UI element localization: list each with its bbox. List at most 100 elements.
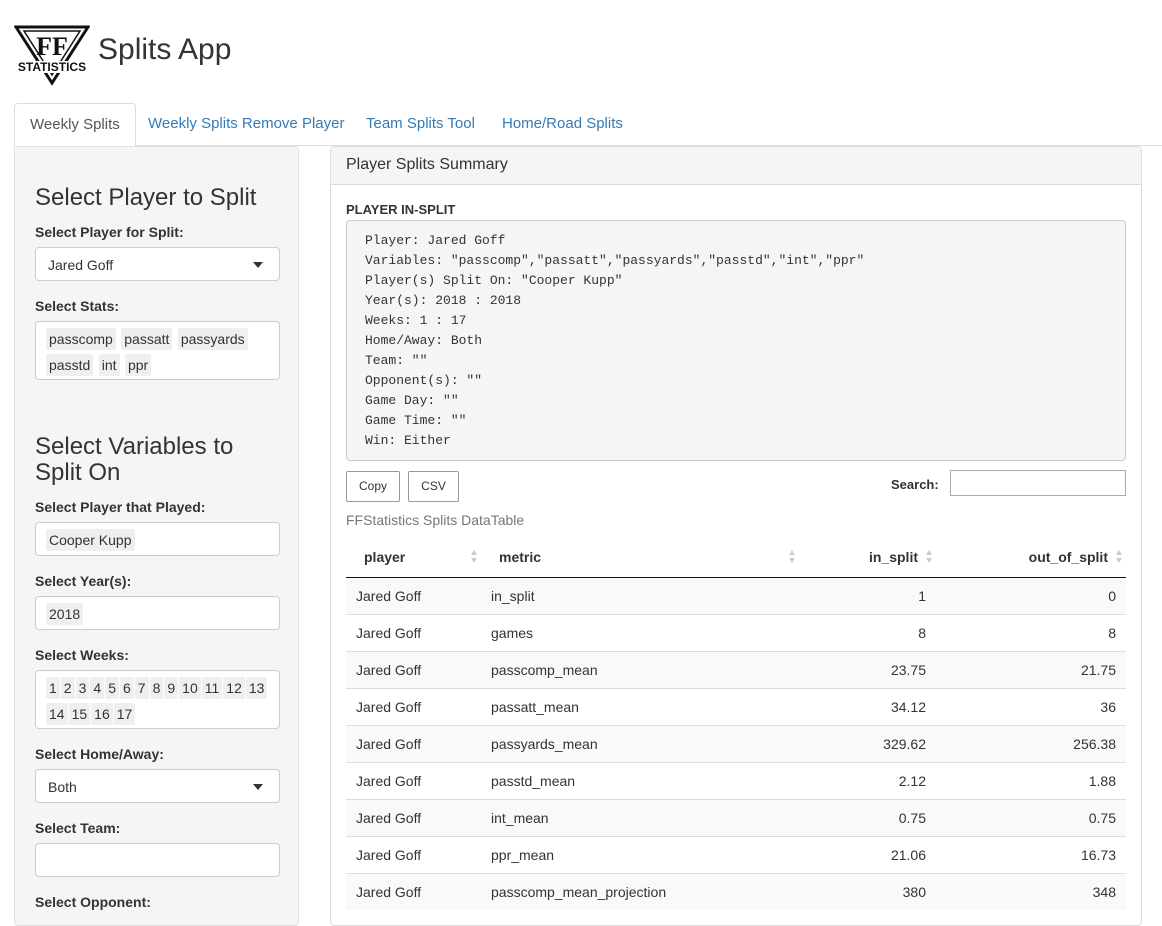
logo-text: STATISTICS [17, 60, 87, 74]
cell-metric: passcomp_mean_projection [481, 872, 799, 910]
played-chips: Cooper Kupp [46, 529, 271, 555]
homeaway-select[interactable]: Both [35, 769, 280, 803]
split-summary-output: Player: Jared Goff Variables: "passcomp"… [346, 220, 1126, 461]
cell-in-split: 1 [799, 576, 936, 614]
cell-in-split: 380 [799, 872, 936, 910]
week-chip[interactable]: 16 [91, 703, 113, 725]
week-chip[interactable]: 7 [134, 677, 149, 699]
player-select-value: Jared Goff [48, 257, 114, 273]
week-chip[interactable]: 11 [201, 677, 223, 699]
stats-chips: passcomp passatt passyards passtd int pp… [46, 328, 271, 380]
summary-line: Game Time: "" [365, 413, 467, 428]
search-input[interactable] [950, 470, 1126, 496]
table-row[interactable]: Jared Goff ppr_mean 21.06 16.73 [346, 835, 1126, 873]
player-select[interactable]: Jared Goff [35, 247, 280, 281]
played-chip[interactable]: Cooper Kupp [46, 529, 135, 551]
week-chip[interactable]: 8 [149, 677, 164, 699]
sidebar-panel: Select Player to Split Select Player for… [14, 146, 299, 926]
tab-bar: Weekly Splits Weekly Splits Remove Playe… [14, 103, 1162, 147]
column-header-out-of-split[interactable]: out_of_split [936, 537, 1126, 578]
table-row[interactable]: Jared Goff in_split 1 0 [346, 576, 1126, 614]
homeaway-select-value: Both [48, 779, 77, 795]
sort-icon [789, 550, 795, 564]
week-chip[interactable]: 17 [113, 703, 136, 725]
stat-chip[interactable]: int [98, 354, 120, 376]
summary-line: Player: Jared Goff [365, 233, 506, 248]
cell-out-of-split: 8 [936, 613, 1126, 651]
copy-button[interactable]: Copy [346, 471, 400, 502]
tab-weekly-splits-remove-player[interactable]: Weekly Splits Remove Player [133, 103, 359, 144]
stats-multiselect[interactable]: passcomp passatt passyards passtd int pp… [35, 321, 280, 380]
week-chip[interactable]: 4 [90, 677, 105, 699]
stat-chip[interactable]: passtd [46, 354, 94, 376]
weeks-select-label: Select Weeks: [35, 647, 129, 663]
stat-chip[interactable]: passyards [177, 328, 248, 350]
cell-player: Jared Goff [346, 798, 481, 836]
summary-line: Weeks: 1 : 17 [365, 313, 467, 328]
stat-chip[interactable]: passcomp [46, 328, 116, 350]
week-chip[interactable]: 6 [119, 677, 134, 699]
cell-player: Jared Goff [346, 872, 481, 910]
cell-in-split: 34.12 [799, 687, 936, 725]
stat-chip[interactable]: ppr [124, 354, 152, 376]
cell-metric: in_split [481, 576, 799, 614]
column-header-metric[interactable]: metric [481, 537, 799, 578]
sort-icon [471, 550, 477, 564]
cell-metric: passcomp_mean [481, 650, 799, 688]
week-chip[interactable]: 10 [179, 677, 201, 699]
sort-icon [926, 550, 932, 564]
tab-team-splits-tool[interactable]: Team Splits Tool [351, 103, 490, 144]
table-row[interactable]: Jared Goff int_mean 0.75 0.75 [346, 798, 1126, 836]
cell-in-split: 329.62 [799, 724, 936, 762]
splits-datatable: player metric in_split out_of_split Jare… [346, 537, 1126, 910]
week-chip[interactable]: 2 [60, 677, 75, 699]
column-header-in-split[interactable]: in_split [799, 537, 936, 578]
weeks-multiselect[interactable]: 1 2 3 4 5 6 7 8 9 10 11 12 1314 15 16 17 [35, 670, 280, 729]
chevron-down-icon[interactable] [253, 262, 263, 268]
column-header-player[interactable]: player [346, 537, 481, 578]
player-split-heading: Select Player to Split [35, 184, 257, 211]
week-chip[interactable]: 3 [75, 677, 90, 699]
week-chips: 1 2 3 4 5 6 7 8 9 10 11 12 1314 15 16 17 [46, 677, 271, 729]
summary-line: Win: Either [365, 433, 451, 448]
table-row[interactable]: Jared Goff passcomp_mean_projection 380 348 [346, 872, 1126, 910]
years-multiselect[interactable]: 2018 [35, 596, 280, 630]
week-chip[interactable]: 9 [164, 677, 179, 699]
table-row[interactable]: Jared Goff passatt_mean 34.12 36 [346, 687, 1126, 725]
year-chip[interactable]: 2018 [46, 603, 84, 625]
tab-home-road-splits[interactable]: Home/Road Splits [487, 103, 638, 144]
week-chip[interactable]: 15 [68, 703, 91, 725]
cell-in-split: 2.12 [799, 761, 936, 799]
week-chip[interactable]: 12 [223, 677, 245, 699]
cell-out-of-split: 348 [936, 872, 1126, 910]
svg-text:FF: FF [36, 32, 68, 61]
player-in-split-label: PLAYER IN-SPLIT [346, 202, 456, 217]
cell-out-of-split: 0 [936, 576, 1126, 614]
summary-line: Team: "" [365, 353, 428, 368]
opponent-select-label: Select Opponent: [35, 894, 151, 910]
table-row[interactable]: Jared Goff games 8 8 [346, 613, 1126, 651]
chevron-down-icon[interactable] [253, 784, 263, 790]
cell-metric: passyards_mean [481, 724, 799, 762]
table-row[interactable]: Jared Goff passyards_mean 329.62 256.38 [346, 724, 1126, 762]
cell-metric: passtd_mean [481, 761, 799, 799]
stat-chip[interactable]: passatt [121, 328, 173, 350]
player-select-label: Select Player for Split: [35, 224, 184, 240]
table-row[interactable]: Jared Goff passcomp_mean 23.75 21.75 [346, 650, 1126, 688]
cell-player: Jared Goff [346, 650, 481, 688]
tab-weekly-splits[interactable]: Weekly Splits [14, 103, 136, 147]
week-chip[interactable]: 1 [46, 677, 60, 699]
table-row[interactable]: Jared Goff passtd_mean 2.12 1.88 [346, 761, 1126, 799]
cell-out-of-split: 256.38 [936, 724, 1126, 762]
week-chip[interactable]: 13 [245, 677, 268, 699]
summary-line: Home/Away: Both [365, 333, 483, 348]
summary-line: Player(s) Split On: "Cooper Kupp" [365, 273, 623, 288]
homeaway-select-label: Select Home/Away: [35, 746, 164, 762]
week-chip[interactable]: 14 [46, 703, 68, 725]
played-multiselect[interactable]: Cooper Kupp [35, 522, 280, 556]
csv-button[interactable]: CSV [408, 471, 459, 502]
cell-out-of-split: 0.75 [936, 798, 1126, 836]
summary-line: Game Day: "" [365, 393, 459, 408]
week-chip[interactable]: 5 [105, 677, 119, 699]
team-select[interactable] [35, 843, 280, 877]
